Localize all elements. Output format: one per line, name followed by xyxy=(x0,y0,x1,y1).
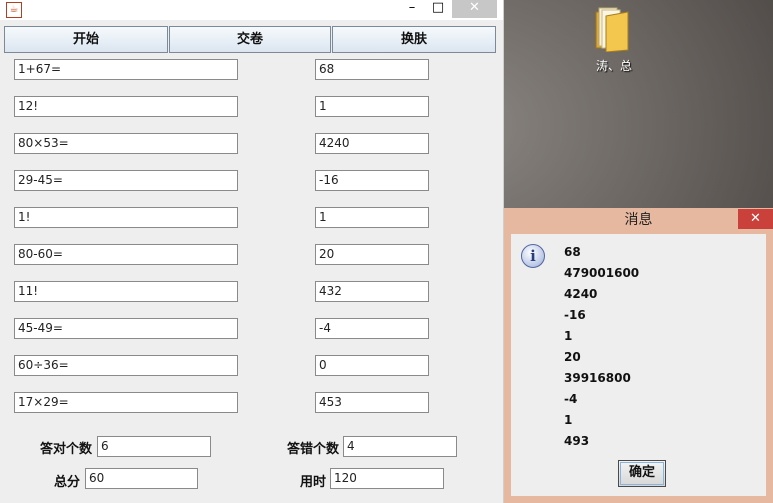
wrong-count-label: 答错个数 xyxy=(287,442,340,457)
answer-field[interactable]: 453 xyxy=(315,392,429,413)
correct-count-field[interactable]: 6 xyxy=(97,436,211,457)
question-field[interactable]: 60÷36= xyxy=(14,355,238,376)
answer-field[interactable]: 432 xyxy=(315,281,429,302)
start-button[interactable]: 开始 xyxy=(4,26,168,53)
question-field[interactable]: 1! xyxy=(14,207,238,228)
question-field[interactable]: 1+67= xyxy=(14,59,238,80)
maximize-button[interactable]: □ xyxy=(428,0,448,18)
question-field[interactable]: 11! xyxy=(14,281,238,302)
dialog-message-line: 493 xyxy=(564,434,590,448)
answer-field[interactable]: 0 xyxy=(315,355,429,376)
dialog-message-line: 4240 xyxy=(564,287,598,301)
answer-field[interactable]: 1 xyxy=(315,207,429,228)
minimize-button[interactable]: – xyxy=(402,0,422,18)
answer-field[interactable]: 1 xyxy=(315,96,429,117)
info-icon: i xyxy=(521,244,545,268)
dialog-message-line: -16 xyxy=(564,308,586,322)
correct-count-label: 答对个数 xyxy=(40,442,93,457)
question-field[interactable]: 80×53= xyxy=(14,133,238,154)
close-button[interactable]: ✕ xyxy=(452,0,497,18)
score-label: 总分 xyxy=(54,475,81,490)
folder-label: 涛、总 xyxy=(595,59,632,73)
dialog-message-line: 68 xyxy=(564,245,581,259)
skin-button[interactable]: 换肤 xyxy=(332,26,496,53)
score-field[interactable]: 60 xyxy=(85,468,198,489)
submit-button[interactable]: 交卷 xyxy=(169,26,331,53)
dialog-message-line: 1 xyxy=(564,329,573,343)
question-field[interactable]: 12! xyxy=(14,96,238,117)
ok-button[interactable]: 确定 xyxy=(618,460,666,487)
wrong-count-field[interactable]: 4 xyxy=(343,436,457,457)
dialog-message-line: 479001600 xyxy=(564,266,640,280)
dialog-title: 消息 xyxy=(624,212,653,228)
question-field[interactable]: 80-60= xyxy=(14,244,238,265)
time-field[interactable]: 120 xyxy=(330,468,444,489)
answer-field[interactable]: 68 xyxy=(315,59,429,80)
message-dialog: 消息 ✕ i 68 479001600 4240 -16 1 20 39916800 -4 1 4… xyxy=(504,208,773,503)
folder-icon[interactable] xyxy=(594,6,630,53)
time-label: 用时 xyxy=(300,475,327,490)
question-field[interactable]: 45-49= xyxy=(14,318,238,339)
answer-field[interactable]: 20 xyxy=(315,244,429,265)
question-field[interactable]: 29-45= xyxy=(14,170,238,191)
java-app-icon: ☕ xyxy=(6,2,22,18)
answer-field[interactable]: -16 xyxy=(315,170,429,191)
dialog-message-line: 39916800 xyxy=(564,371,631,385)
title-bar: ☕ – □ ✕ xyxy=(0,0,503,20)
answer-field[interactable]: -4 xyxy=(315,318,429,339)
answer-field[interactable]: 4240 xyxy=(315,133,429,154)
question-field[interactable]: 17×29= xyxy=(14,392,238,413)
dialog-body: i 68 479001600 4240 -16 1 20 39916800 -4 1 493 确定 xyxy=(511,234,766,496)
dialog-message-line: 20 xyxy=(564,350,581,364)
app-window: ☕ – □ ✕ 开始 交卷 换肤 1+67= 68 12! 1 80×53= 4240 29… xyxy=(0,0,504,503)
dialog-message-line: 1 xyxy=(564,413,573,427)
dialog-message-line: -4 xyxy=(564,392,578,406)
dialog-close-button[interactable]: ✕ xyxy=(738,209,773,229)
